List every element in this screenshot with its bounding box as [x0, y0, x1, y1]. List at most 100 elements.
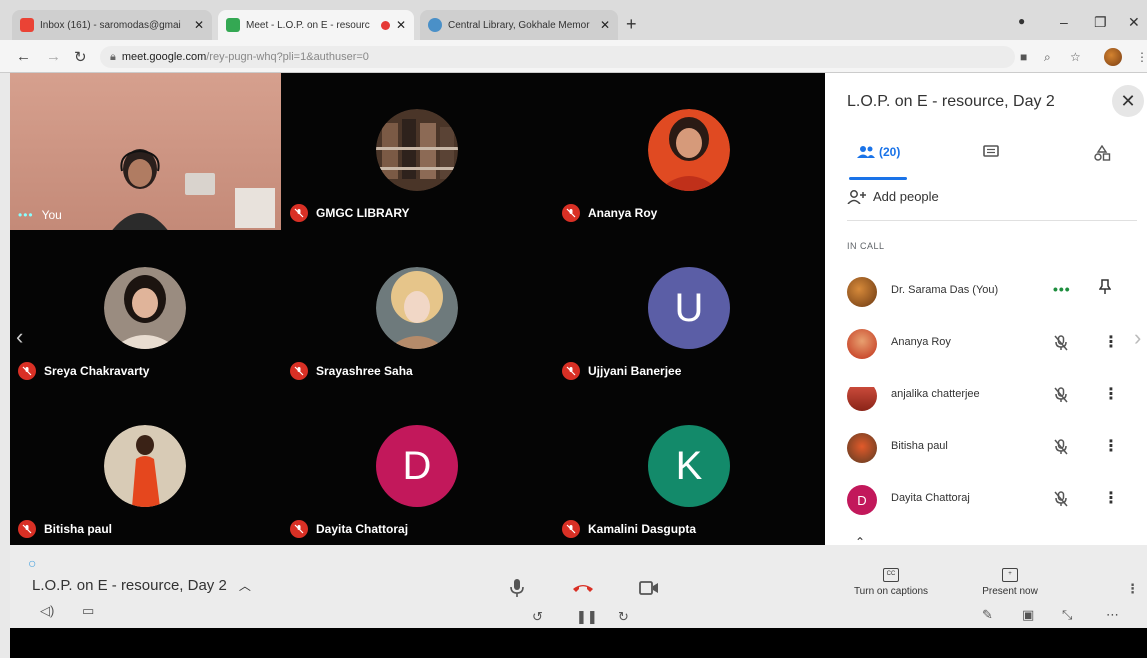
participant-name: Kamalini Dasgupta — [588, 522, 697, 536]
picture-in-picture-icon[interactable]: ▣ — [1022, 607, 1034, 623]
mic-off-icon — [1053, 334, 1069, 357]
tab-title: Inbox (161) - saromodas@gmai — [40, 19, 181, 31]
zoom-icon[interactable]: ⌕ — [1044, 50, 1051, 65]
mic-off-icon — [562, 362, 580, 380]
participant-row[interactable]: Dr. Sarama Das (You) ••• — [825, 269, 1147, 315]
more-options-icon[interactable]: ⋮ — [1103, 436, 1119, 456]
mic-off-icon — [1053, 438, 1069, 461]
mic-off-icon — [290, 204, 308, 222]
participant-tile[interactable]: Sreya Chakravarty — [10, 231, 281, 388]
panel-close-button[interactable]: ✕ — [1112, 85, 1144, 117]
new-tab-button[interactable]: + — [626, 14, 637, 35]
close-icon[interactable]: ✕ — [396, 18, 406, 32]
panel-tabs: (20) — [825, 135, 1147, 175]
people-icon — [857, 146, 875, 158]
close-icon[interactable]: ✕ — [194, 18, 204, 32]
tab-gmail[interactable]: Inbox (161) - saromodas@gmai ✕ — [12, 10, 212, 40]
camera-indicator-icon[interactable]: ■ — [1020, 50, 1027, 64]
reload-icon[interactable]: ↻ — [74, 48, 87, 66]
participant-name: Bitisha paul — [891, 440, 948, 452]
participant-tile-self[interactable]: ••• You — [10, 73, 281, 230]
menu-dots-icon[interactable]: ⋮ — [1136, 50, 1147, 64]
forward-icon[interactable]: → — [46, 48, 61, 65]
participant-name: Sreya Chakravarty — [44, 364, 150, 378]
present-now-button[interactable]: + Present now — [965, 567, 1055, 597]
url-field[interactable]: 🔒︎ meet.google.com/rey-pugn-whq?pli=1&aut… — [100, 46, 1015, 68]
participant-tile[interactable]: U Ujjyani Banerjee — [554, 231, 825, 388]
add-person-icon — [847, 189, 866, 204]
active-tab-indicator — [849, 177, 907, 180]
participant-row[interactable]: Ananya Roy ⋮ — [825, 321, 1147, 367]
avatar-initial: K — [648, 425, 730, 507]
participant-tile[interactable]: K Kamalini Dasgupta — [554, 389, 825, 546]
pin-icon[interactable] — [1098, 279, 1112, 300]
more-horizontal-icon[interactable]: ⋯ — [1106, 607, 1119, 623]
participant-name: anjalika chatterjee — [891, 388, 980, 400]
next-page-icon[interactable]: › — [1134, 325, 1141, 351]
more-options-icon[interactable]: ⋮ — [1126, 581, 1139, 597]
close-icon[interactable]: ✕ — [600, 18, 610, 32]
minimize-player-icon[interactable]: ⤡ — [1062, 607, 1072, 623]
pause-icon[interactable]: ❚❚ — [576, 609, 598, 625]
restore-icon[interactable]: ❐ — [1094, 14, 1107, 31]
meeting-details-button[interactable]: L.O.P. on E - resource, Day 2 ︿ — [32, 577, 251, 594]
rewind-10-icon[interactable]: ↺ — [532, 609, 543, 625]
tab-chat[interactable] — [983, 145, 999, 159]
chat-bubble-icon[interactable]: ▭ — [82, 603, 94, 619]
star-icon[interactable]: ☆ — [1070, 50, 1081, 64]
account-circle-icon[interactable]: ● — [1018, 14, 1025, 28]
end-call-button[interactable] — [566, 571, 600, 605]
wall-switchboard — [185, 173, 215, 195]
mic-off-icon — [290, 520, 308, 538]
profile-avatar[interactable] — [1104, 48, 1122, 66]
self-video-person — [112, 149, 168, 230]
back-icon[interactable]: ← — [16, 48, 31, 65]
screen: Inbox (161) - saromodas@gmai ✕ Meet - L.… — [0, 0, 1147, 658]
participant-row[interactable]: Bitisha paul ⋮ — [825, 425, 1147, 471]
more-options-icon[interactable]: ⋮ — [1103, 384, 1119, 404]
tab-activities[interactable] — [1093, 145, 1111, 161]
tab-people[interactable]: (20) — [857, 145, 900, 159]
participant-name: Ujjyani Banerjee — [588, 364, 682, 378]
gmail-icon — [20, 18, 34, 32]
mic-off-icon — [562, 204, 580, 222]
tab-title: Meet - L.O.P. on E - resourc — [246, 19, 370, 31]
tab-library[interactable]: Central Library, Gokhale Memor ✕ — [420, 10, 618, 40]
participant-tile[interactable]: Srayashree Saha — [282, 231, 553, 388]
participant-name: Ananya Roy — [588, 206, 658, 220]
mic-off-icon — [1053, 490, 1069, 513]
address-bar: ← → ↻ 🔒︎ meet.google.com/rey-pugn-whq?pli… — [0, 40, 1147, 73]
forward-30-icon[interactable]: ↻ — [618, 609, 629, 625]
minimize-icon[interactable]: – — [1060, 14, 1068, 30]
tile-label: Bitisha paul — [18, 520, 112, 538]
mic-button[interactable] — [500, 571, 534, 605]
camera-icon — [639, 581, 658, 595]
present-label: Present now — [982, 586, 1038, 597]
participant-name: Srayashree Saha — [316, 364, 413, 378]
participant-tile[interactable]: D Dayita Chattoraj — [282, 389, 553, 546]
window-close-icon[interactable]: ✕ — [1128, 14, 1140, 31]
camera-button[interactable] — [632, 571, 666, 605]
tile-label: Srayashree Saha — [290, 362, 413, 380]
participant-row[interactable]: anjalika chatterjee ⋮ — [825, 373, 1147, 419]
pencil-icon[interactable]: ✎ — [982, 607, 993, 623]
captions-button[interactable]: CC Turn on captions — [836, 567, 946, 597]
chat-icon — [983, 145, 999, 157]
participant-tile[interactable]: Ananya Roy — [554, 73, 825, 230]
add-people-button[interactable]: Add people — [847, 189, 939, 204]
speaker-icon[interactable]: ◁) — [40, 603, 54, 619]
avatar-photo — [104, 267, 186, 349]
more-options-icon[interactable]: ⋮ — [1103, 332, 1119, 352]
panel-title: L.O.P. on E - resource, Day 2 — [847, 93, 1055, 110]
avatar-photo — [648, 109, 730, 191]
bottom-letterbox — [10, 628, 1147, 658]
previous-page-icon[interactable]: ‹ — [16, 324, 23, 350]
tab-meet[interactable]: Meet - L.O.P. on E - resourc ✕ — [218, 10, 414, 40]
participant-tile[interactable]: GMGC LIBRARY — [282, 73, 553, 230]
activities-shapes-icon — [1094, 145, 1111, 161]
participant-tile[interactable]: Bitisha paul — [10, 389, 281, 546]
meet-icon — [226, 18, 240, 32]
in-call-heading: IN CALL — [847, 241, 885, 251]
participant-row[interactable]: D Dayita Chattoraj ⋮ — [825, 477, 1147, 523]
more-options-icon[interactable]: ⋮ — [1103, 488, 1119, 508]
